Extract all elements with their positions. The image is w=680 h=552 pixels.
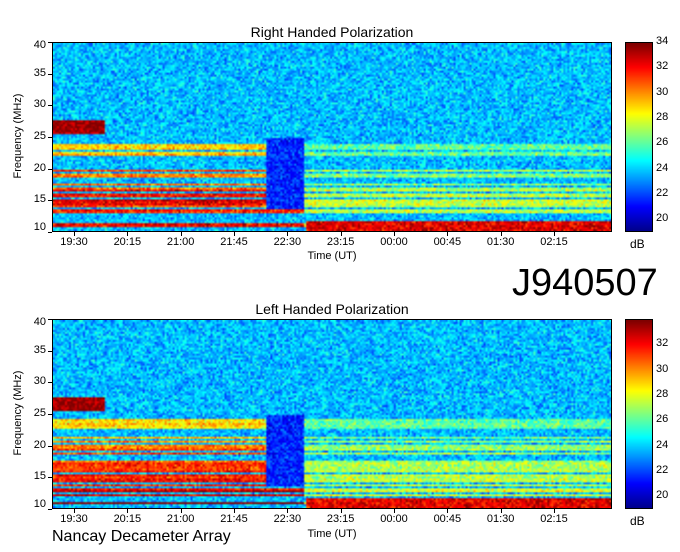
left-polarization-spectrogram xyxy=(52,319,612,509)
colorbar-tick-label: 20 xyxy=(656,212,669,225)
y-tick-mark xyxy=(48,509,52,510)
colorbar-tick-label: 30 xyxy=(656,85,669,98)
y-tick-label: 20 xyxy=(33,438,46,451)
y-tick-label: 30 xyxy=(33,98,46,111)
colorbar-tick-label: 28 xyxy=(656,111,669,123)
colorbar-tick-label: 28 xyxy=(656,388,669,400)
top-panel-title: Right Handed Polarization xyxy=(250,24,414,40)
footer-credit: Nancay Decameter Array xyxy=(52,528,231,545)
x-tick-mark xyxy=(234,232,235,236)
y-tick-label: 25 xyxy=(33,407,46,419)
y-tick-mark xyxy=(48,168,52,170)
top-colorbar-unit: dB xyxy=(630,237,645,251)
x-tick-mark xyxy=(394,509,395,513)
x-tick-label: 00:45 xyxy=(433,513,462,525)
x-tick-mark xyxy=(180,509,182,513)
y-tick-mark xyxy=(48,382,52,384)
y-tick-mark xyxy=(48,73,52,75)
x-tick-label: 19:30 xyxy=(60,236,88,248)
colorbar-tick-label: 22 xyxy=(656,464,669,476)
y-tick-label: 35 xyxy=(33,66,46,79)
x-tick-mark xyxy=(127,232,129,236)
x-tick-label: 02:15 xyxy=(540,513,568,525)
colorbar-tick-label: 20 xyxy=(656,489,669,502)
right-polarization-spectrogram xyxy=(52,42,612,232)
x-tick-label: 00:45 xyxy=(433,236,462,248)
bottom-colorbar xyxy=(625,319,653,509)
y-tick-label: 15 xyxy=(33,470,46,483)
y-tick-label: 10 xyxy=(33,221,46,233)
x-tick-mark xyxy=(287,509,289,513)
x-tick-mark xyxy=(287,232,289,236)
x-tick-mark xyxy=(74,509,75,513)
x-tick-mark xyxy=(74,232,75,236)
x-tick-label: 23:15 xyxy=(326,236,355,248)
y-tick-mark xyxy=(48,232,52,233)
x-tick-label: 01:30 xyxy=(486,236,515,248)
colorbar-tick-label: 24 xyxy=(656,438,669,451)
y-tick-label: 10 xyxy=(33,498,46,510)
x-tick-mark xyxy=(447,509,449,513)
y-tick-mark xyxy=(48,42,52,43)
x-tick-mark xyxy=(394,232,395,236)
colorbar-tick-label: 34 xyxy=(656,35,669,47)
y-tick-mark xyxy=(48,477,52,479)
x-tick-label: 19:30 xyxy=(60,513,88,525)
x-tick-mark xyxy=(500,509,502,513)
x-tick-label: 00:00 xyxy=(380,236,408,248)
x-tick-mark xyxy=(500,232,502,236)
y-tick-label: 40 xyxy=(33,316,46,328)
colorbar-tick-label: 26 xyxy=(656,136,669,149)
x-tick-mark xyxy=(127,509,129,513)
bottom-x-axis-label: Time (UT) xyxy=(307,528,357,540)
x-tick-label: 20:15 xyxy=(113,236,142,248)
y-tick-label: 25 xyxy=(33,130,46,142)
x-tick-mark xyxy=(180,232,182,236)
x-tick-label: 23:15 xyxy=(326,513,355,525)
y-tick-mark xyxy=(48,350,52,352)
observation-id: J940507 xyxy=(512,262,658,304)
y-tick-mark xyxy=(48,445,52,447)
bottom-colorbar-unit: dB xyxy=(630,514,645,528)
y-tick-mark xyxy=(48,105,52,107)
x-tick-label: 20:15 xyxy=(113,513,142,525)
colorbar-tick-label: 32 xyxy=(656,60,669,73)
colorbar-tick-label: 24 xyxy=(656,161,669,174)
x-tick-label: 21:00 xyxy=(166,513,195,525)
x-tick-label: 21:45 xyxy=(220,513,248,525)
bottom-panel-title: Left Handed Polarization xyxy=(255,301,409,317)
x-tick-label: 21:45 xyxy=(220,236,248,248)
y-tick-mark xyxy=(48,200,52,202)
x-tick-label: 22:30 xyxy=(273,513,302,525)
x-tick-label: 00:00 xyxy=(380,513,408,525)
x-tick-mark xyxy=(447,232,449,236)
colorbar-tick-label: 30 xyxy=(656,362,669,375)
x-tick-label: 01:30 xyxy=(486,513,515,525)
x-tick-mark xyxy=(554,509,555,513)
top-x-axis-label: Time (UT) xyxy=(307,250,357,262)
x-tick-label: 22:30 xyxy=(273,236,302,248)
colorbar-tick-label: 26 xyxy=(656,413,669,426)
colorbar-tick-label: 22 xyxy=(656,187,669,199)
x-tick-mark xyxy=(340,509,342,513)
y-tick-label: 35 xyxy=(33,343,46,356)
y-tick-mark xyxy=(48,319,52,320)
x-tick-mark xyxy=(340,232,342,236)
y-tick-label: 15 xyxy=(33,193,46,206)
x-tick-label: 21:00 xyxy=(166,236,195,248)
y-tick-label: 40 xyxy=(33,39,46,51)
y-tick-label: 20 xyxy=(33,161,46,174)
y-tick-mark xyxy=(48,137,52,138)
y-tick-mark xyxy=(48,414,52,415)
top-colorbar xyxy=(625,42,653,232)
y-tick-label: 30 xyxy=(33,375,46,388)
x-tick-label: 02:15 xyxy=(540,236,568,248)
colorbar-tick-label: 32 xyxy=(656,337,669,350)
x-tick-mark xyxy=(554,232,555,236)
x-tick-mark xyxy=(234,509,235,513)
